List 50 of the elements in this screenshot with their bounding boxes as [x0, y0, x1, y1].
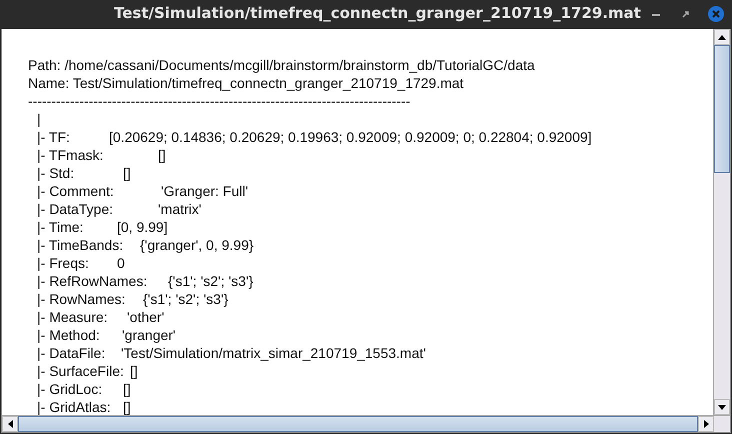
- field-value: [0, 9.99]: [117, 218, 168, 236]
- field-value: 0: [117, 254, 125, 272]
- window-title: Test/Simulation/timefreq_connectn_granger_210719_1729.mat: [114, 4, 641, 22]
- field-value: {'granger', 0, 9.99}: [140, 236, 254, 254]
- vertical-scrollbar[interactable]: [713, 29, 730, 415]
- field-label: |- TF:: [37, 129, 70, 145]
- field-label: |- Freqs:: [37, 255, 89, 271]
- down-arrow-icon: [718, 404, 726, 410]
- field-label: |- Std:: [37, 165, 74, 181]
- field-value: []: [123, 380, 131, 398]
- field-value: 'other': [127, 308, 164, 326]
- field-value: []: [123, 164, 131, 182]
- restore-icon[interactable]: [682, 11, 689, 18]
- field-value: []: [123, 398, 131, 415]
- field-value: 'granger': [122, 326, 176, 344]
- scroll-right-button[interactable]: [698, 416, 714, 432]
- field-label: |- GridAtlas:: [37, 399, 111, 415]
- field-value: []: [158, 146, 166, 164]
- field-label: |- Method:: [37, 327, 100, 343]
- close-icon[interactable]: [708, 6, 724, 22]
- field-label: |- GridLoc:: [37, 381, 102, 397]
- up-arrow-icon: [718, 34, 726, 40]
- field-value: 'Test/Simulation/matrix_simar_210719_1553.mat': [121, 344, 426, 362]
- separator-line: ----------------------------------------------------------------------------------: [28, 92, 412, 110]
- field-value: 'Granger: Full': [161, 182, 248, 200]
- scroll-up-button[interactable]: [714, 29, 730, 45]
- field-label: |- RefRowNames:: [37, 273, 148, 289]
- field-label: |- Comment:: [37, 183, 114, 199]
- field-label: |- TFmask:: [37, 147, 104, 163]
- field-label: |- DataType:: [37, 201, 114, 217]
- scroll-thumb[interactable]: [714, 45, 730, 173]
- field-label: |- DataFile:: [37, 345, 106, 361]
- field-label: |- Time:: [37, 219, 84, 235]
- tree-root-line: |: [36, 110, 42, 128]
- field-value: []: [130, 362, 138, 380]
- scroll-left-button[interactable]: [2, 416, 18, 432]
- scroll-down-button[interactable]: [714, 399, 730, 415]
- field-value: [0.20629; 0.14836; 0.20629; 0.19963; 0.92009; 0.92009; 0; 0.22804; 0.92009]: [109, 128, 592, 146]
- field-label: |- Measure:: [37, 309, 108, 325]
- field-label: |- RowNames:: [37, 291, 126, 307]
- field-label: |- SurfaceFile:: [37, 363, 124, 379]
- field-value: {'s1'; 's2'; 's3'}: [143, 290, 228, 308]
- name-text: Name: Test/Simulation/timefreq_connectn_granger_210719_1729.mat: [28, 74, 465, 92]
- right-arrow-icon: [704, 420, 708, 428]
- path-text: Path: /home/cassani/Documents/mcgill/brainstorm/brainstorm_db/TutorialGC/data: [28, 56, 536, 74]
- scrollbar-corner: [714, 416, 730, 432]
- field-value: {'s1'; 's2'; 's3'}: [168, 272, 254, 290]
- field-value: 'matrix': [158, 200, 202, 218]
- left-arrow-icon: [8, 420, 12, 428]
- field-label: |- TimeBands:: [37, 237, 124, 253]
